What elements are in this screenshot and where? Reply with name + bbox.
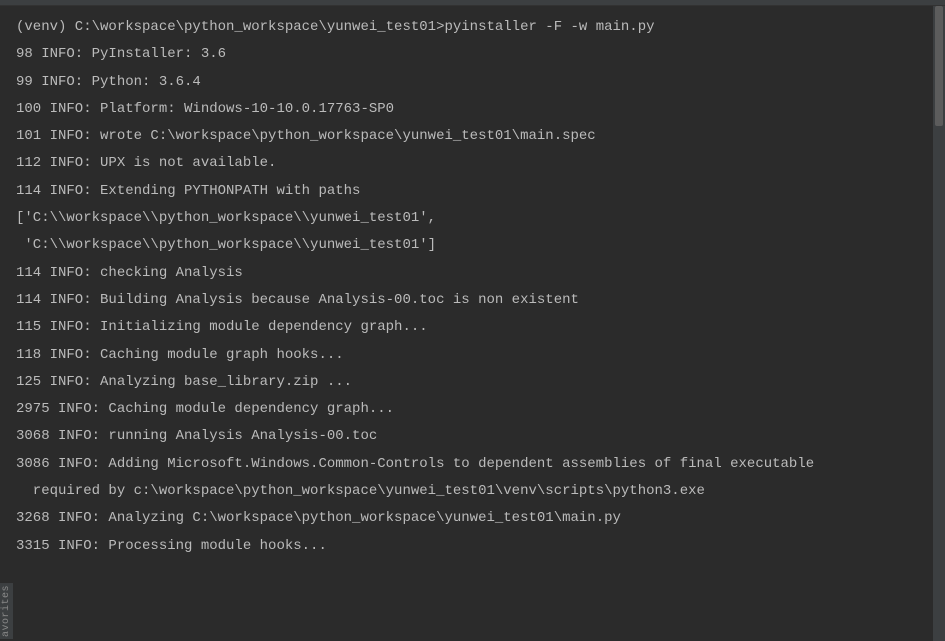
terminal-line: 3068 INFO: running Analysis Analysis-00.…	[16, 423, 929, 450]
terminal-line: 114 INFO: checking Analysis	[16, 260, 929, 287]
terminal-line: 99 INFO: Python: 3.6.4	[16, 69, 929, 96]
terminal-line: 125 INFO: Analyzing base_library.zip ...	[16, 369, 929, 396]
terminal-line: 3315 INFO: Processing module hooks...	[16, 533, 929, 560]
terminal-line: ['C:\\workspace\\python_workspace\\yunwe…	[16, 205, 929, 232]
scrollbar-thumb[interactable]	[935, 6, 943, 126]
terminal-line: 2975 INFO: Caching module dependency gra…	[16, 396, 929, 423]
terminal-line: 112 INFO: UPX is not available.	[16, 150, 929, 177]
terminal-line: 101 INFO: wrote C:\workspace\python_work…	[16, 123, 929, 150]
terminal-line: 'C:\\workspace\\python_workspace\\yunwei…	[16, 232, 929, 259]
terminal-line: 114 INFO: Extending PYTHONPATH with path…	[16, 178, 929, 205]
terminal-line: 100 INFO: Platform: Windows-10-10.0.1776…	[16, 96, 929, 123]
terminal-line: (venv) C:\workspace\python_workspace\yun…	[16, 14, 929, 41]
favorites-tab[interactable]: avorites	[0, 583, 13, 639]
terminal-line: 3086 INFO: Adding Microsoft.Windows.Comm…	[16, 451, 929, 478]
terminal-line: 114 INFO: Building Analysis because Anal…	[16, 287, 929, 314]
terminal-line: 115 INFO: Initializing module dependency…	[16, 314, 929, 341]
terminal-output[interactable]: (venv) C:\workspace\python_workspace\yun…	[0, 6, 945, 568]
terminal-line: 3268 INFO: Analyzing C:\workspace\python…	[16, 505, 929, 532]
terminal-line: required by c:\workspace\python_workspac…	[16, 478, 929, 505]
vertical-scrollbar[interactable]	[933, 6, 945, 641]
terminal-line: 118 INFO: Caching module graph hooks...	[16, 342, 929, 369]
terminal-line: 98 INFO: PyInstaller: 3.6	[16, 41, 929, 68]
